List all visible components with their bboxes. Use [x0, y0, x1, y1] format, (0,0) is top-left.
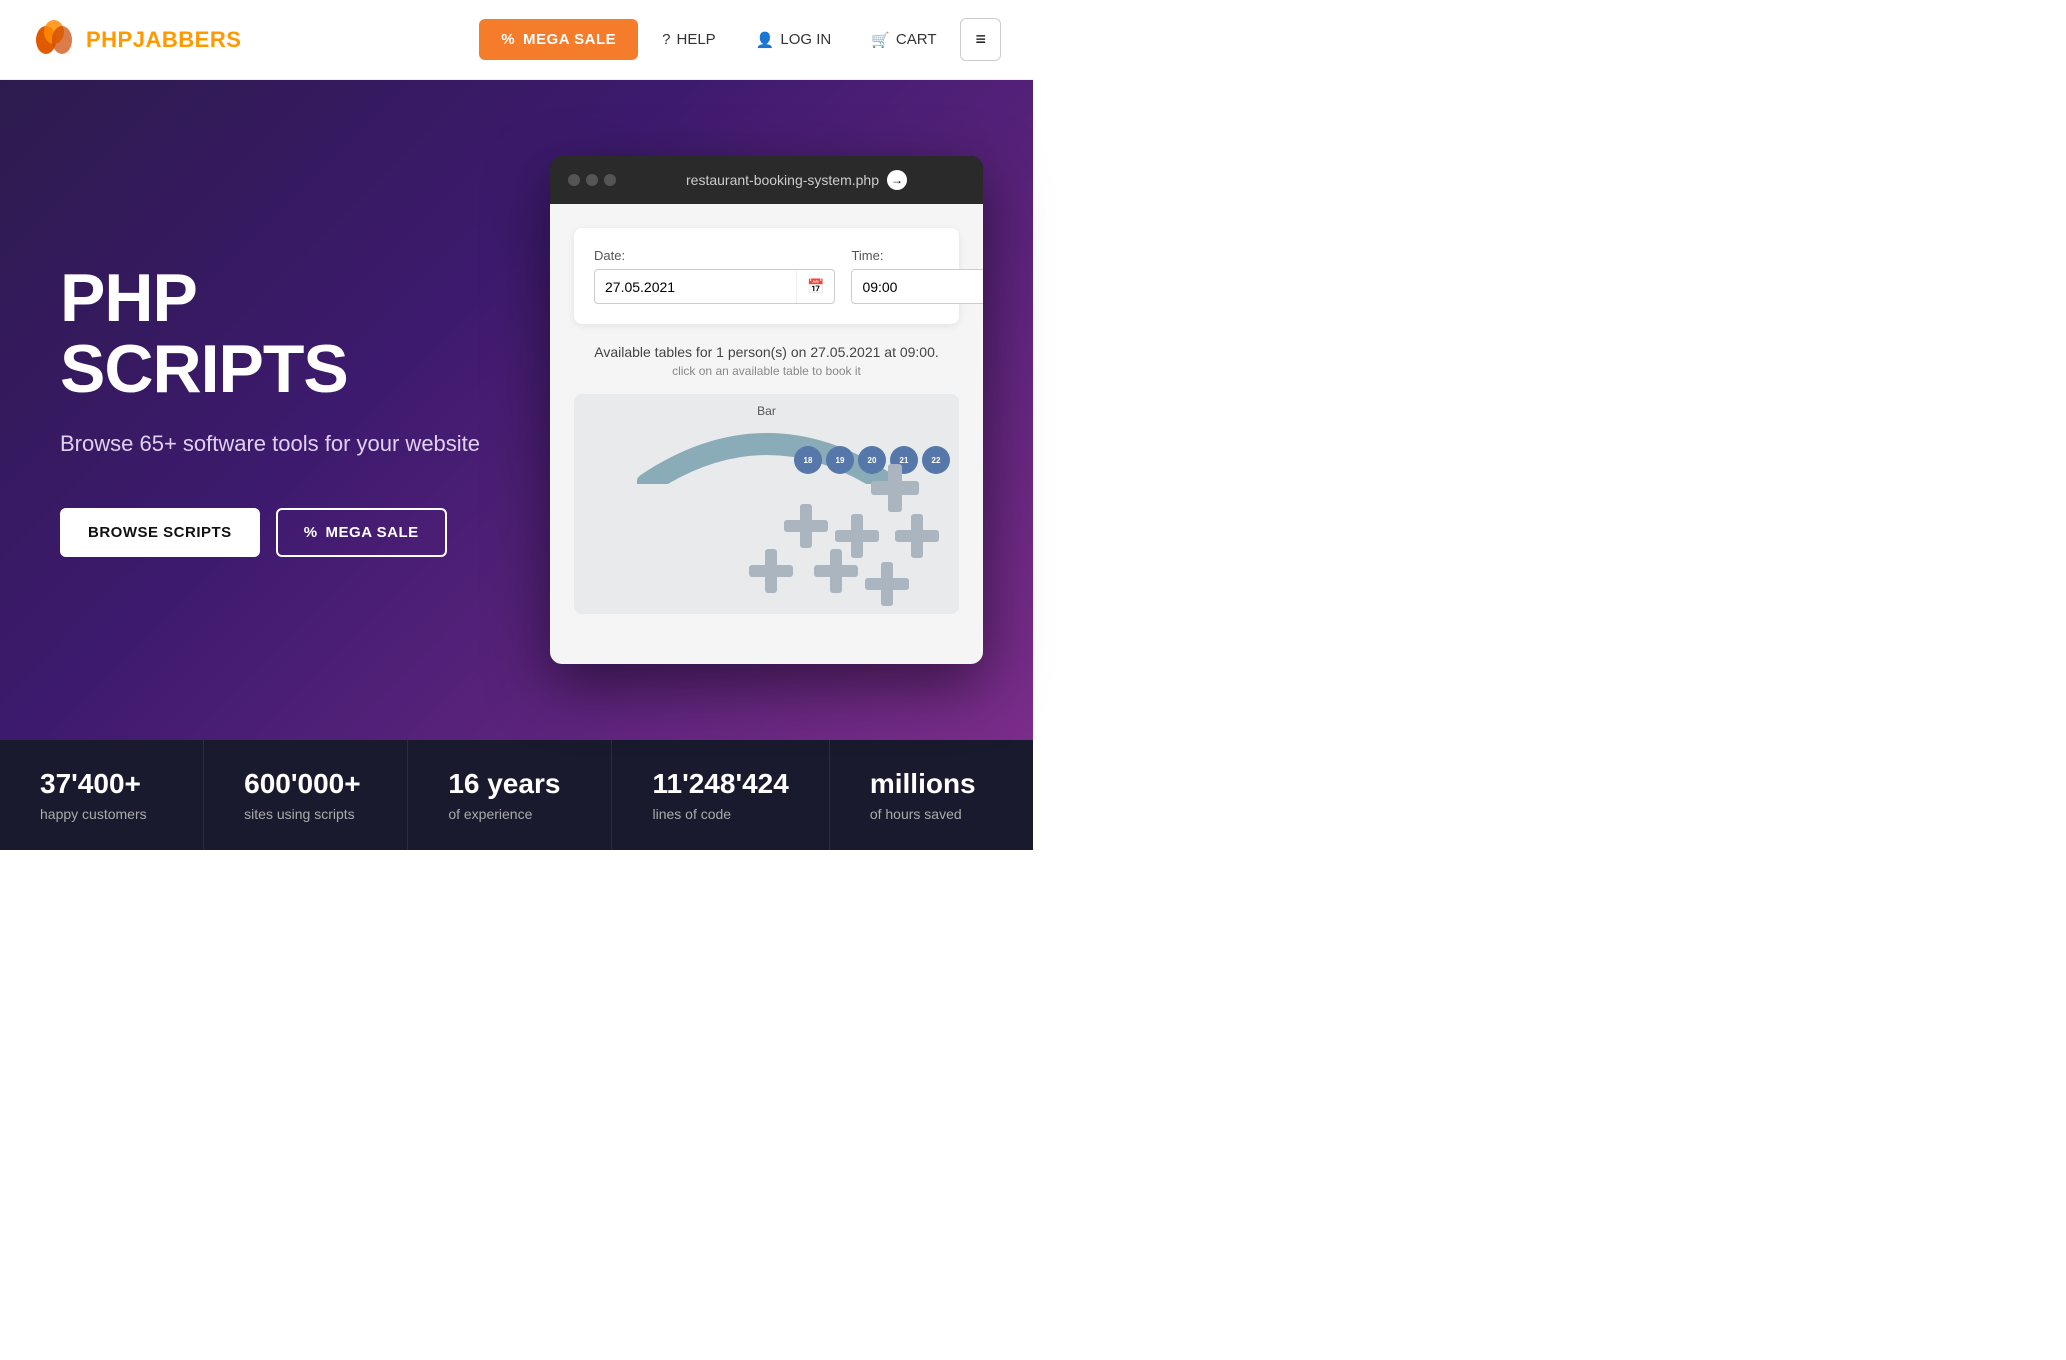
- logo[interactable]: PHPJABBERS: [32, 18, 241, 62]
- time-label: Time:: [851, 248, 983, 263]
- dot-green: [604, 174, 616, 186]
- availability-info: Available tables for 1 person(s) on 27.0…: [574, 344, 959, 378]
- floor-plan: Bar 18 19 20 21 22: [574, 394, 959, 614]
- date-input-wrap: 📅: [594, 269, 835, 304]
- stat-number-1: 600'000+: [244, 768, 367, 800]
- percent-icon: %: [501, 31, 515, 48]
- bar-label: Bar: [637, 404, 897, 418]
- hero-left: PHP SCRIPTS Browse 65+ software tools fo…: [60, 263, 490, 558]
- table-cross-7[interactable]: [865, 562, 909, 606]
- table-19[interactable]: 19: [826, 446, 854, 474]
- stat-item-0: 37'400+ happy customers: [0, 740, 204, 850]
- hamburger-button[interactable]: ≡: [960, 18, 1001, 61]
- percent-icon-hero: %: [304, 524, 318, 541]
- stat-label-1: sites using scripts: [244, 806, 367, 822]
- table-cross-5[interactable]: [835, 514, 879, 558]
- table-22[interactable]: 22: [922, 446, 950, 474]
- stat-number-3: 11'248'424: [652, 768, 788, 800]
- calendar-icon: 📅: [796, 270, 834, 303]
- cart-button[interactable]: 🛒 CART: [855, 21, 952, 59]
- dot-yellow: [586, 174, 598, 186]
- help-button[interactable]: ? HELP: [646, 21, 732, 58]
- header: PHPJABBERS % MEGA SALE ? HELP 👤 LOG IN 🛒…: [0, 0, 1033, 80]
- browser-mockup: restaurant-booking-system.php → Date: 📅 …: [550, 156, 983, 664]
- date-group: Date: 📅: [594, 248, 835, 304]
- mega-sale-hero-button[interactable]: % MEGA SALE: [276, 508, 447, 557]
- stat-item-3: 11'248'424 lines of code: [612, 740, 829, 850]
- time-group: Time: 🕐: [851, 248, 983, 304]
- stat-item-4: millions of hours saved: [830, 740, 1033, 850]
- date-label: Date:: [594, 248, 835, 263]
- stat-number-2: 16 years: [448, 768, 571, 800]
- table-18[interactable]: 18: [794, 446, 822, 474]
- availability-sub-text: click on an available table to book it: [574, 364, 959, 378]
- table-cross-4[interactable]: [871, 464, 919, 512]
- user-icon: 👤: [756, 31, 775, 49]
- table-cross-2[interactable]: [749, 549, 793, 593]
- dot-red: [568, 174, 580, 186]
- browse-scripts-button[interactable]: BROWSE SCRIPTS: [60, 508, 260, 557]
- stat-number-4: millions: [870, 768, 993, 800]
- table-cross-1[interactable]: [784, 504, 828, 548]
- hero-section: PHP SCRIPTS Browse 65+ software tools fo…: [0, 80, 1033, 740]
- url-arrow-icon: →: [887, 170, 907, 190]
- hamburger-icon: ≡: [975, 29, 986, 49]
- table-cross-6[interactable]: [895, 514, 939, 558]
- stat-number-0: 37'400+: [40, 768, 163, 800]
- hero-subtitle: Browse 65+ software tools for your websi…: [60, 429, 490, 460]
- hero-buttons: BROWSE SCRIPTS % MEGA SALE: [60, 508, 490, 557]
- logo-text: PHPJABBERS: [86, 27, 241, 53]
- stat-label-2: of experience: [448, 806, 571, 822]
- cart-icon: 🛒: [871, 31, 890, 49]
- stat-label-3: lines of code: [652, 806, 788, 822]
- browser-url: restaurant-booking-system.php →: [628, 170, 965, 190]
- stat-label-0: happy customers: [40, 806, 163, 822]
- nav-bar: % MEGA SALE ? HELP 👤 LOG IN 🛒 CART ≡: [479, 18, 1001, 61]
- login-button[interactable]: 👤 LOG IN: [740, 21, 848, 59]
- browser-content: Date: 📅 Time: 🕐 People:: [550, 204, 983, 664]
- stat-label-4: of hours saved: [870, 806, 993, 822]
- date-input[interactable]: [595, 271, 796, 303]
- help-icon: ?: [662, 31, 670, 48]
- logo-icon: [32, 18, 76, 62]
- hero-title: PHP SCRIPTS: [60, 263, 490, 406]
- stat-item-1: 600'000+ sites using scripts: [204, 740, 408, 850]
- booking-form: Date: 📅 Time: 🕐 People:: [574, 228, 959, 324]
- time-input[interactable]: [852, 271, 983, 303]
- stats-bar: 37'400+ happy customers 600'000+ sites u…: [0, 740, 1033, 850]
- browser-dots: [568, 174, 616, 186]
- time-input-wrap: 🕐: [851, 269, 983, 304]
- stat-item-2: 16 years of experience: [408, 740, 612, 850]
- browser-bar: restaurant-booking-system.php →: [550, 156, 983, 204]
- mega-sale-button[interactable]: % MEGA SALE: [479, 19, 638, 60]
- availability-main-text: Available tables for 1 person(s) on 27.0…: [574, 344, 959, 360]
